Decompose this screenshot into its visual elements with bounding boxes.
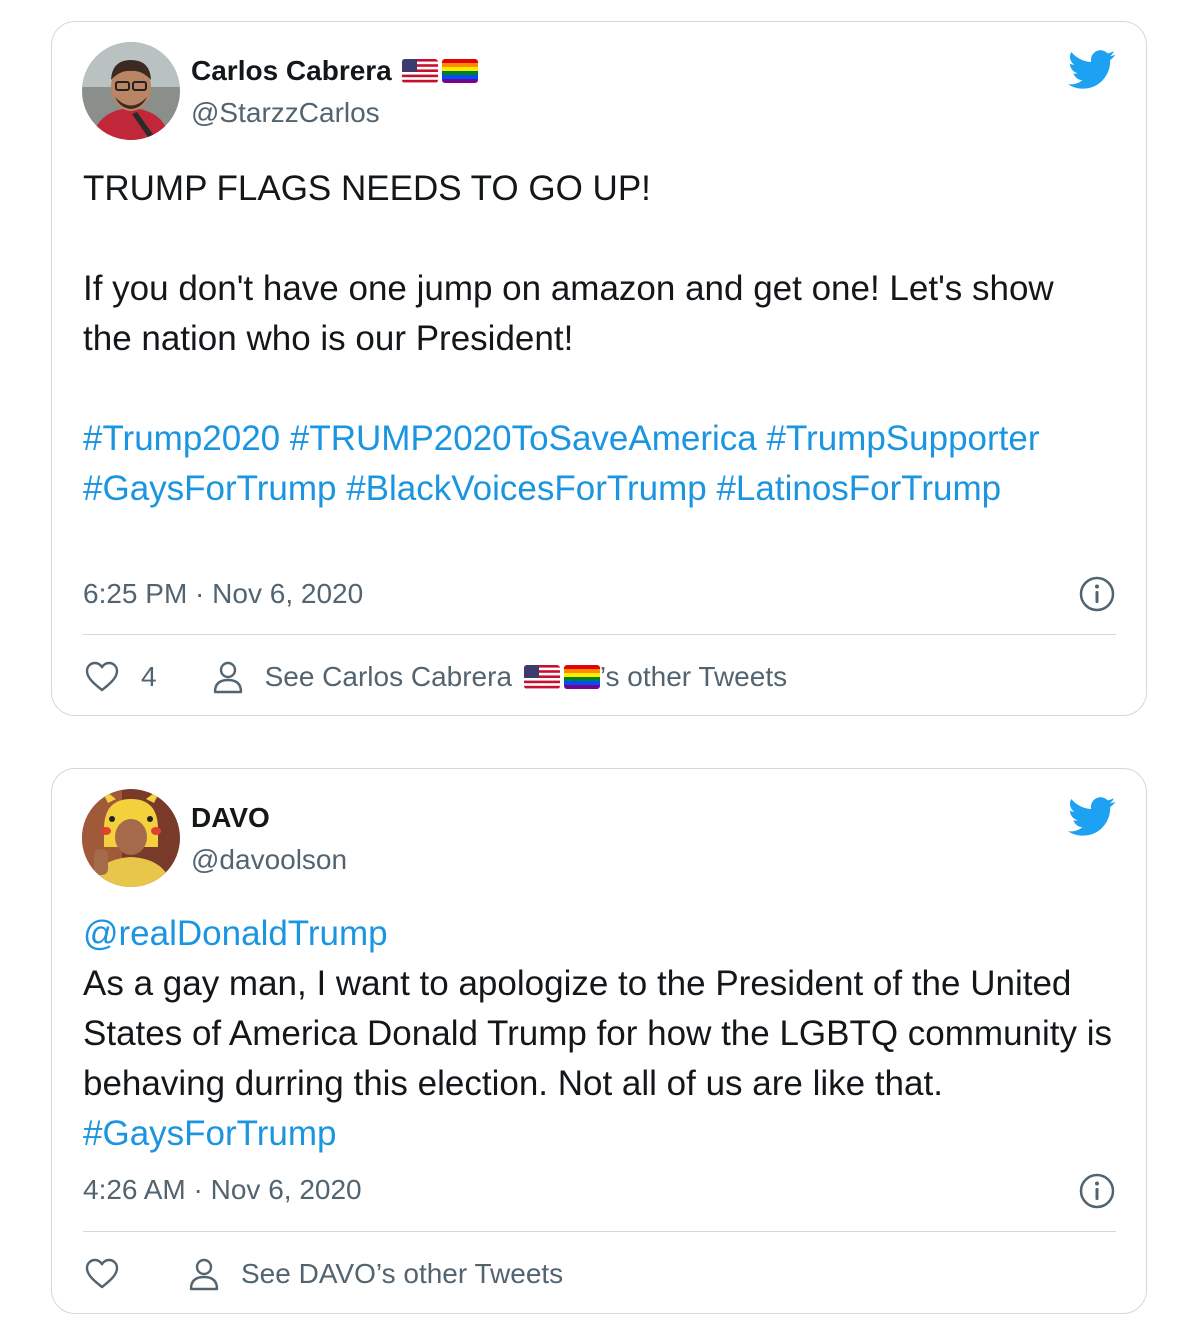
tweet-card[interactable]: Carlos Cabrera @StarzzCarlos TRUMP FLAGS… [51, 21, 1147, 716]
author-name[interactable]: Carlos Cabrera [191, 55, 478, 87]
heart-icon[interactable] [83, 658, 121, 696]
heart-icon[interactable] [83, 1255, 121, 1293]
tweet-actions: See DAVO’s other Tweets [83, 1255, 563, 1293]
avatar[interactable] [82, 789, 180, 887]
hashtag-link[interactable]: #GaysForTrump [83, 1114, 336, 1153]
twitter-bird-icon[interactable] [1068, 50, 1116, 90]
hashtag-block: #Trump2020 #TRUMP2020ToSaveAmerica #Trum… [83, 414, 1106, 514]
tweet-paragraph: TRUMP FLAGS NEEDS TO GO UP! [83, 169, 651, 208]
divider [83, 634, 1116, 635]
us-flag-emoji [523, 665, 560, 689]
mention-link[interactable]: @realDonaldTrump [83, 914, 388, 953]
hashtag-link[interactable]: #TrumpSupporter [767, 419, 1040, 458]
author-name[interactable]: DAVO [191, 802, 270, 834]
like-count[interactable]: 4 [141, 661, 157, 693]
author-handle[interactable]: @davoolson [191, 844, 347, 876]
tweet-paragraph: As a gay man, I want to apologize to the… [83, 964, 1122, 1103]
hashtag-link[interactable]: #GaysForTrump [83, 469, 336, 508]
tweet-paragraph: If you don't have one jump on amazon and… [83, 269, 1054, 358]
hashtag-link[interactable]: #BlackVoicesForTrump [346, 469, 707, 508]
user-icon [213, 661, 242, 694]
tweet-text: @realDonaldTrump As a gay man, I want to… [83, 909, 1112, 1159]
twitter-bird-icon[interactable] [1068, 797, 1116, 837]
user-icon [189, 1258, 219, 1291]
avatar[interactable] [82, 42, 180, 140]
tweet-card[interactable]: DAVO @davoolson @realDonaldTrump As a ga… [51, 768, 1147, 1314]
divider [83, 1231, 1116, 1232]
see-other-tweets-link[interactable]: See DAVO’s other Tweets [241, 1258, 563, 1290]
info-icon[interactable] [1078, 1172, 1116, 1210]
hashtag-link[interactable]: #TRUMP2020ToSaveAmerica [290, 419, 757, 458]
rainbow-flag-emoji [441, 59, 478, 83]
us-flag-emoji [401, 59, 438, 83]
hashtag-link[interactable]: #Trump2020 [83, 419, 280, 458]
author-handle[interactable]: @StarzzCarlos [191, 97, 380, 129]
rainbow-flag-emoji [563, 665, 600, 689]
hashtag-link[interactable]: #LatinosForTrump [716, 469, 1001, 508]
see-other-tweets-link[interactable]: See Carlos Cabrera ’s other Tweets [265, 661, 788, 693]
tweet-text: TRUMP FLAGS NEEDS TO GO UP! If you don't… [83, 164, 1106, 514]
tweet-timestamp[interactable]: 6:25 PM · Nov 6, 2020 [83, 578, 363, 610]
tweet-timestamp[interactable]: 4:26 AM · Nov 6, 2020 [83, 1174, 362, 1206]
info-icon[interactable] [1078, 575, 1116, 613]
tweet-actions: 4 See Carlos Cabrera ’s other Tweets [83, 658, 787, 696]
